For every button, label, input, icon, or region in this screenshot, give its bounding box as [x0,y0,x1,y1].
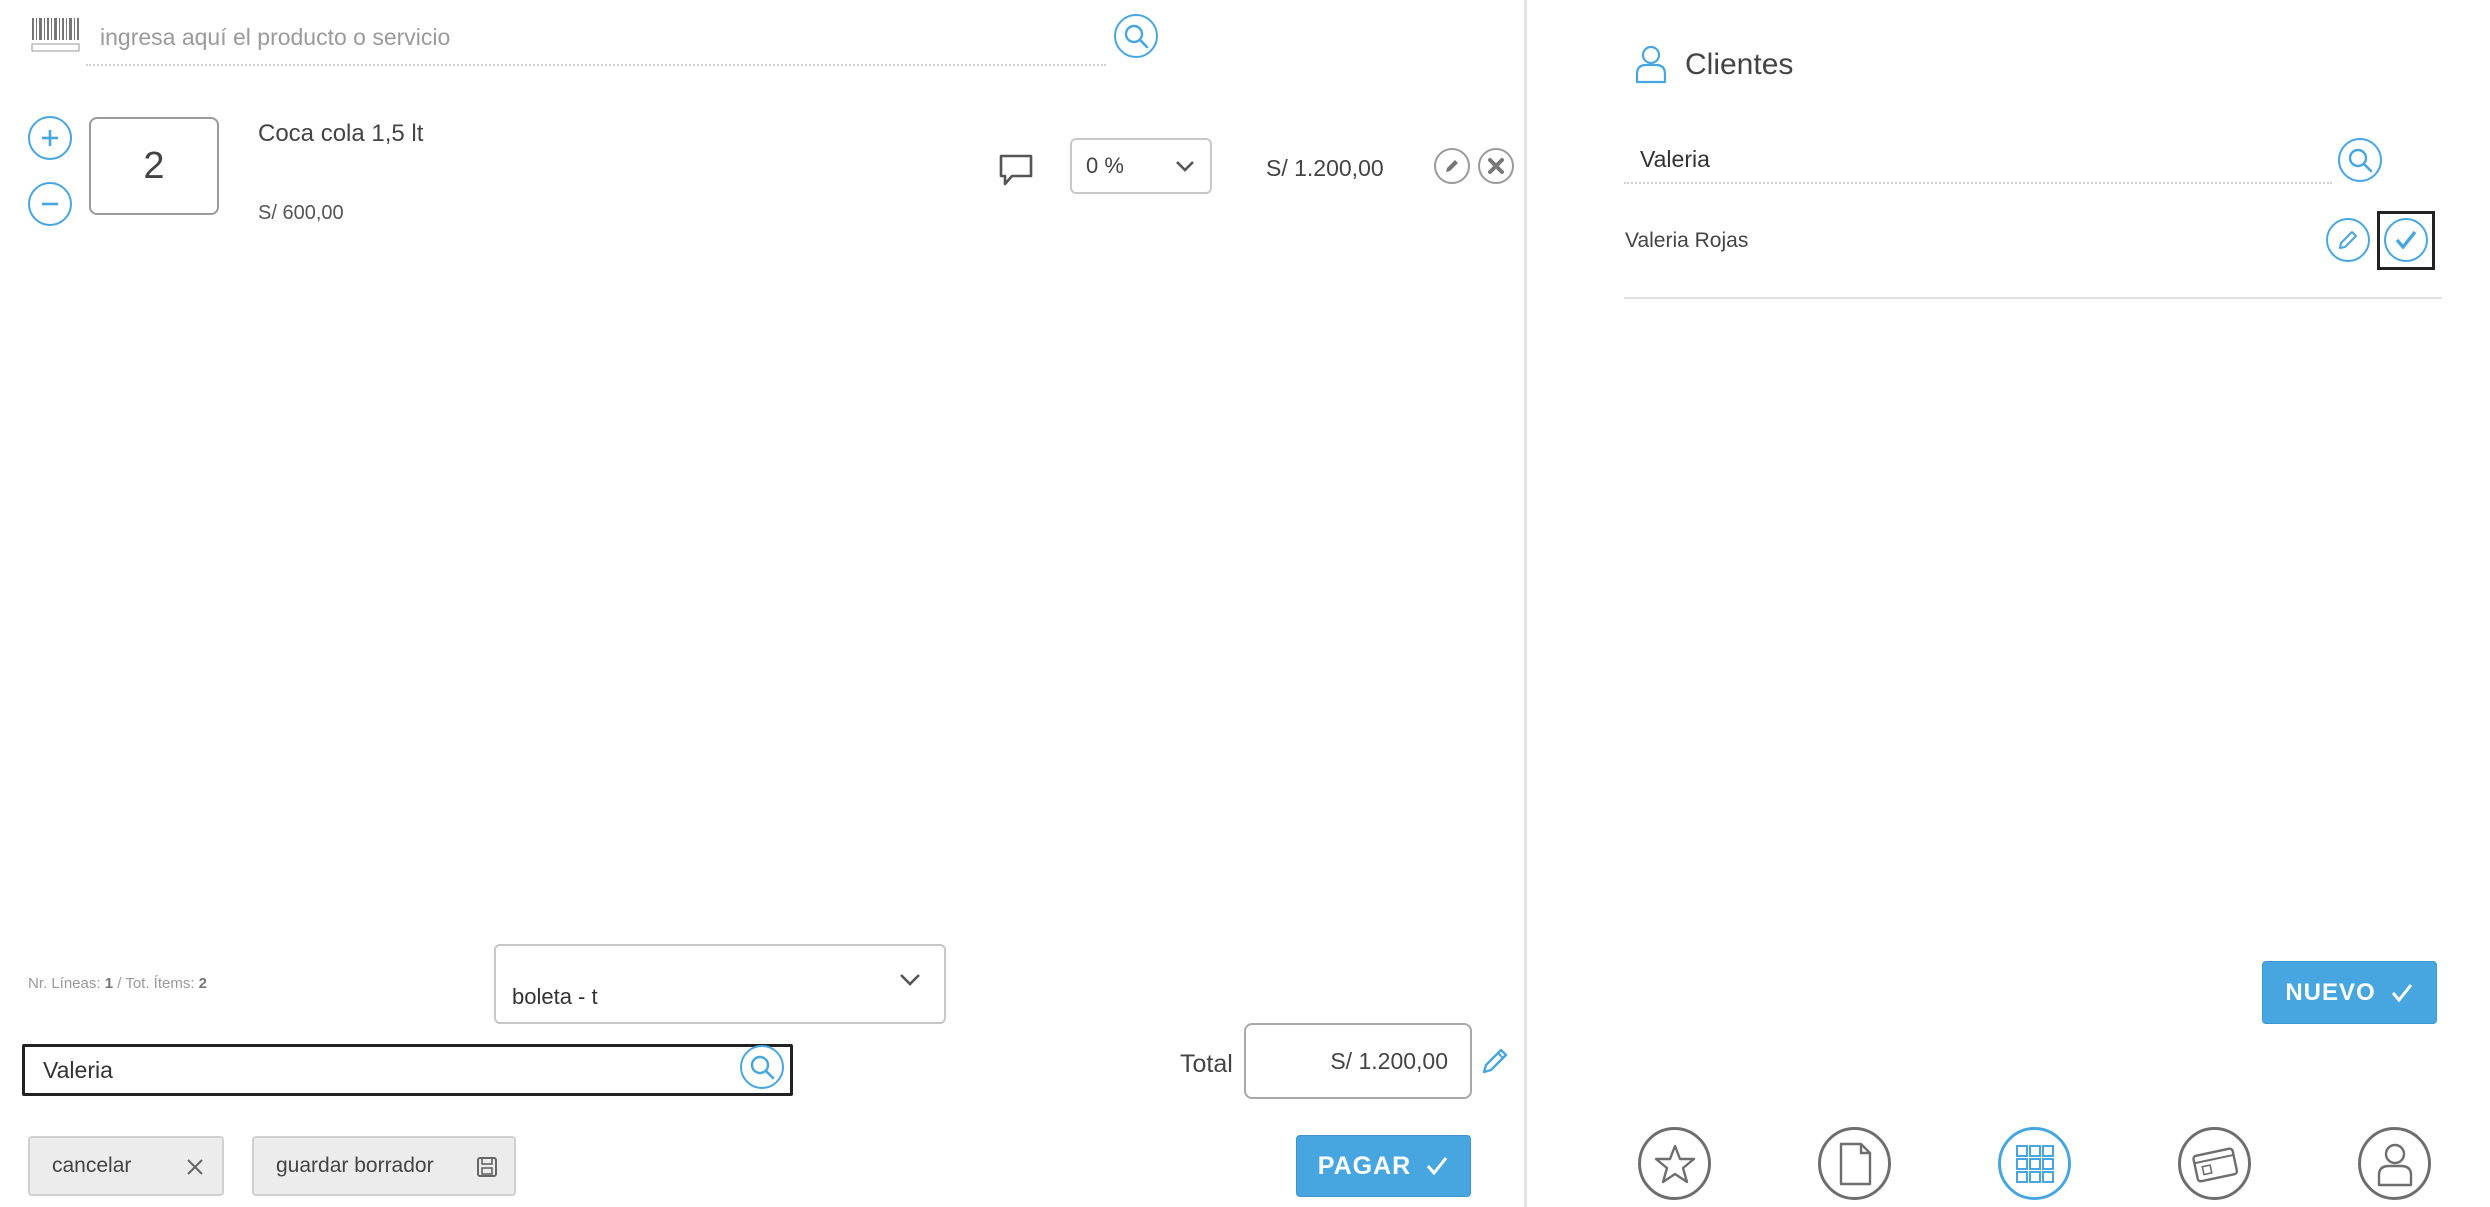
line-total: S/ 1.200,00 [1266,155,1384,181]
chevron-down-icon [1176,161,1194,172]
save-draft-button[interactable]: guardar borrador [252,1136,516,1196]
document-icon [1839,1142,1871,1185]
nav-products-grid[interactable] [1998,1127,2071,1200]
client-search-button[interactable] [740,1045,784,1089]
clients-title: Clientes [1685,48,1794,81]
user-icon [1635,45,1667,84]
items-count: 2 [198,975,208,992]
select-client-button[interactable] [2384,218,2428,262]
client-result-name[interactable]: Valeria Rojas [1625,229,1748,253]
summary-separator: / [117,975,122,992]
edit-total-pencil-icon[interactable] [1478,1044,1512,1078]
nav-favorites[interactable] [1638,1127,1711,1200]
pencil-icon [1446,160,1458,172]
product-name: Coca cola 1,5 lt [258,120,424,147]
search-icon [2348,148,2373,173]
product-search-button[interactable] [1114,14,1158,58]
floppy-disk-icon [477,1157,497,1177]
total-value: S/ 1.200,00 [1244,1023,1472,1099]
gift-card-icon [2191,1146,2238,1182]
cancel-label: cancelar [52,1154,132,1177]
user-icon [2377,1143,2412,1186]
client-input[interactable] [22,1044,793,1096]
grid-icon [2015,1144,2054,1183]
search-icon [1124,24,1149,49]
unit-price: S/ 600,00 [258,202,344,224]
checkmark-icon [1427,1157,1448,1176]
edit-client-button[interactable] [2326,218,2370,262]
order-panel: 2 Coca cola 1,5 lt S/ 600,00 0 % S/ 1.20… [0,0,1524,1207]
close-icon [187,1159,203,1175]
close-icon [1488,158,1504,174]
checkmark-icon [2391,983,2412,1002]
lines-count: 1 [104,975,114,992]
items-label: Tot. Ítems: [125,975,195,992]
checkmark-icon [2395,230,2417,250]
client-row-divider [1624,297,2442,299]
client-search-input[interactable] [1624,136,2332,184]
document-type-value: boleta - t [512,984,598,1009]
decrease-quantity-button[interactable] [28,182,72,226]
discount-value: 0 % [1086,153,1124,178]
remove-line-button[interactable] [1478,148,1514,184]
clients-search-button[interactable] [2338,138,2382,182]
quantity-field[interactable]: 2 [89,117,219,215]
new-client-button[interactable]: NUEVO [2262,961,2437,1024]
document-type-select[interactable]: boleta - t [494,944,946,1024]
chevron-down-icon [900,974,920,986]
pay-label: PAGAR [1317,1151,1412,1180]
comment-icon[interactable] [996,150,1036,190]
increase-quantity-button[interactable] [28,116,72,160]
order-summary: Nr. Líneas: 1 / Tot. Ítems: 2 [28,975,207,992]
lines-label: Nr. Líneas: [28,975,101,992]
minus-icon [42,202,58,206]
save-draft-label: guardar borrador [276,1154,434,1177]
star-icon [1654,1144,1695,1183]
pencil-icon [2339,231,2357,249]
cancel-button[interactable]: cancelar [28,1136,224,1196]
search-icon [750,1055,775,1080]
discount-select[interactable]: 0 % [1070,138,1212,194]
total-label: Total [1180,1050,1233,1078]
pay-button[interactable]: PAGAR [1296,1135,1471,1197]
new-client-label: NUEVO [2285,978,2376,1006]
nav-user[interactable] [2358,1127,2431,1200]
edit-line-button[interactable] [1434,148,1470,184]
barcode-icon[interactable] [30,16,82,54]
plus-icon [42,130,58,146]
nav-gift-cards[interactable] [2178,1127,2251,1200]
nav-documents[interactable] [1818,1127,1891,1200]
product-search-input[interactable] [86,10,1106,66]
